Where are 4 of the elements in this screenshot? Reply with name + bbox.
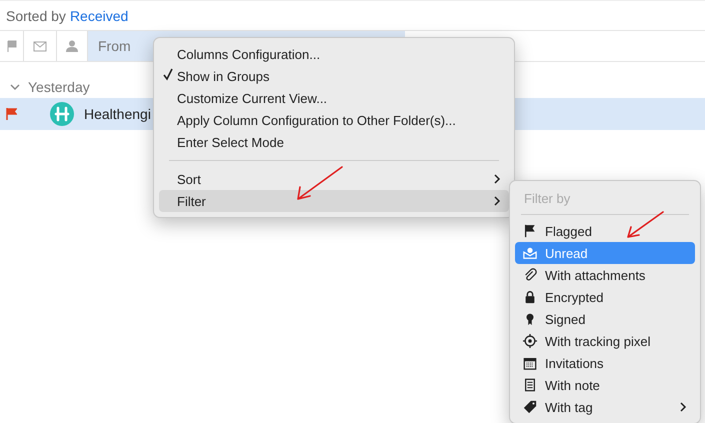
sender-name: Healthengi	[84, 106, 151, 122]
sort-label: Sorted by	[6, 8, 66, 24]
group-label: Yesterday	[28, 79, 90, 95]
submenu-title: Filter by	[523, 190, 572, 208]
